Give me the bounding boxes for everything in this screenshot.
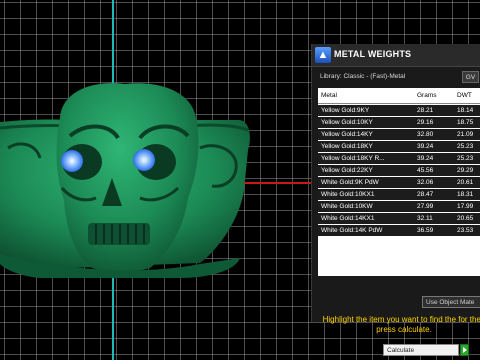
dwt-cell: 20.61: [457, 179, 474, 186]
skull-ring-model[interactable]: [0, 78, 320, 278]
grams-cell: 39.24: [417, 155, 434, 162]
table-row[interactable]: Yellow Gold:9KY 28.21 18.14: [318, 105, 480, 116]
metal-weights-table: Metal Grams DWT Yellow Gold:9KY 28.21 18…: [318, 88, 480, 276]
metal-cell: Yellow Gold:18KY: [321, 143, 373, 150]
grams-cell: 39.24: [417, 143, 434, 150]
metal-cell: Yellow Gold:14KY: [321, 131, 373, 138]
metal-cell: Yellow Gold:18KY R...: [321, 155, 385, 162]
metal-cell: White Gold:10KX1: [321, 191, 375, 198]
dwt-cell: 18.75: [457, 119, 474, 126]
dwt-cell: 25.23: [457, 143, 474, 150]
dwt-cell: 17.99: [457, 203, 474, 210]
right-eye-gem: [133, 149, 155, 171]
grams-cell: 45.56: [417, 167, 434, 174]
grams-cell: 32.80: [417, 131, 434, 138]
left-eye-gem: [61, 150, 83, 172]
table-row[interactable]: White Gold:10KX1 28.47 18.31: [318, 189, 480, 200]
gv-button[interactable]: GV: [462, 71, 479, 83]
table-row[interactable]: White Gold:10KW 27.99 17.99: [318, 201, 480, 212]
table-row[interactable]: White Gold:14KX1 32.11 20.65: [318, 213, 480, 224]
table-row[interactable]: Yellow Gold:10KY 29.16 18.75: [318, 117, 480, 128]
table-row[interactable]: White Gold:9K PdW 32.06 20.61: [318, 177, 480, 188]
calculate-select[interactable]: Calculate: [383, 344, 459, 356]
use-object-material-button[interactable]: Use Object Mate: [422, 296, 480, 308]
dwt-cell: 18.14: [457, 107, 474, 114]
grams-cell: 32.11: [417, 215, 433, 222]
table-header: Metal Grams DWT: [318, 90, 480, 101]
grams-cell: 32.06: [417, 179, 434, 186]
panel-title: METAL WEIGHTS: [334, 49, 412, 59]
grams-cell: 27.99: [417, 203, 434, 210]
library-label: Library: Classic - (Fast)-Metal: [320, 73, 406, 80]
metal-weights-panel: ▲ METAL WEIGHTS Library: Classic - (Fast…: [311, 44, 480, 356]
header-divider: [318, 103, 480, 104]
grams-cell: 29.16: [417, 119, 434, 126]
column-header-grams[interactable]: Grams: [417, 90, 453, 101]
grams-cell: 36.59: [417, 227, 434, 234]
metal-cell: Yellow Gold:9KY: [321, 107, 370, 114]
dwt-cell: 23.53: [457, 227, 474, 234]
column-header-metal[interactable]: Metal: [321, 90, 416, 101]
table-row[interactable]: Yellow Gold:22KY 45.56 29.29: [318, 165, 480, 176]
calculate-go-icon[interactable]: [460, 344, 469, 356]
metal-cell: White Gold:14KX1: [321, 215, 375, 222]
dwt-cell: 18.31: [457, 191, 474, 198]
grams-cell: 28.47: [417, 191, 434, 198]
table-row[interactable]: Yellow Gold:18KY 39.24 25.23: [318, 141, 480, 152]
panel-header: ▲ METAL WEIGHTS: [312, 44, 480, 67]
table-row[interactable]: White Gold:14K PdW 36.59 23.53: [318, 225, 480, 236]
metal-cell: White Gold:10KW: [321, 203, 373, 210]
metal-cell: Yellow Gold:22KY: [321, 167, 373, 174]
dwt-cell: 20.65: [457, 215, 474, 222]
column-header-dwt[interactable]: DWT: [457, 90, 480, 101]
dwt-cell: 29.29: [457, 167, 474, 174]
dwt-cell: 21.09: [457, 131, 474, 138]
metal-cell: Yellow Gold:10KY: [321, 119, 373, 126]
grams-cell: 28.21: [417, 107, 434, 114]
metal-cell: White Gold:9K PdW: [321, 179, 379, 186]
dwt-cell: 25.23: [457, 155, 474, 162]
metal-cell: White Gold:14K PdW: [321, 227, 383, 234]
app-logo-icon: ▲: [315, 47, 331, 63]
instruction-text: Highlight the item you want to find the …: [322, 315, 480, 334]
table-row[interactable]: Yellow Gold:18KY R... 39.24 25.23: [318, 153, 480, 164]
table-row[interactable]: Yellow Gold:14KY 32.80 21.09: [318, 129, 480, 140]
